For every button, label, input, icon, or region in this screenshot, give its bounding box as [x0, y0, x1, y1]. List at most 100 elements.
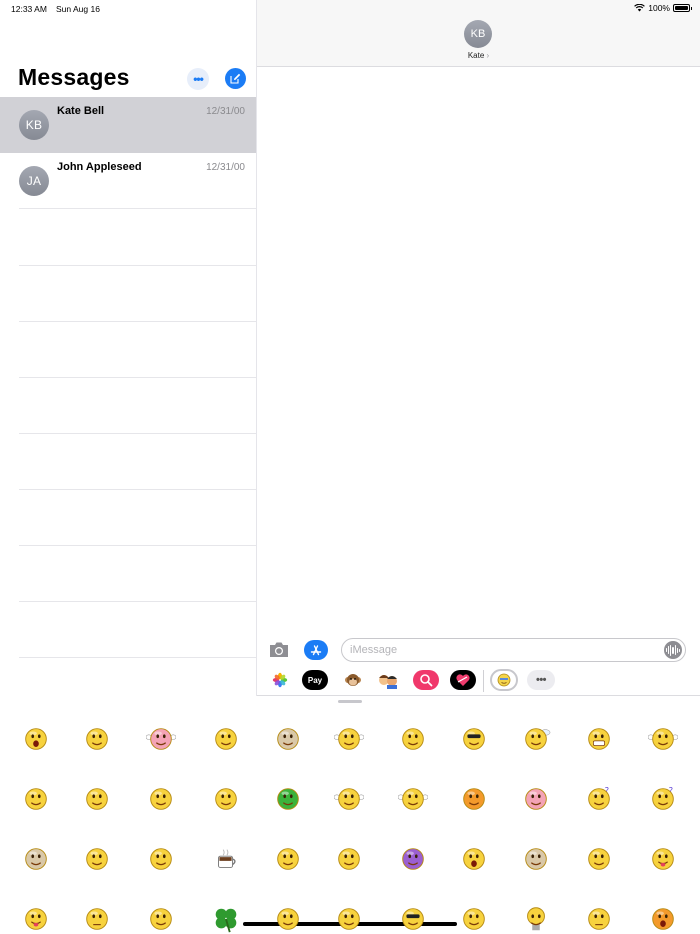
thumbs-smiley-sticker[interactable]: [333, 783, 365, 815]
chicken-face-sticker[interactable]: [458, 783, 490, 815]
rolling-eyes-smiley-sticker[interactable]: [397, 723, 429, 755]
memoji-stickers-icon: [379, 675, 397, 689]
stop-hand-smiley-sticker[interactable]: [145, 783, 177, 815]
cow-face-sticker[interactable]: [20, 843, 52, 875]
status-date: Sun Aug 16: [56, 4, 100, 14]
coffee-cup-sticker[interactable]: [210, 843, 242, 875]
contact-name: John Appleseed: [57, 161, 142, 173]
cool-smiley-sticker[interactable]: [397, 903, 429, 934]
app-drawer: Pay •••: [257, 667, 700, 696]
cheering-smiley-sticker[interactable]: [333, 843, 365, 875]
conversation-timestamp: 12/31/00: [206, 162, 245, 173]
zipped-mouth-smiley-sticker[interactable]: [145, 843, 177, 875]
digital-touch-icon: [456, 674, 470, 686]
avatar: KB: [19, 110, 49, 140]
blonde-smiley-sticker[interactable]: [20, 783, 52, 815]
row-divider: [19, 377, 256, 378]
row-divider: [19, 433, 256, 434]
avatar: JA: [19, 166, 49, 196]
blushing-smiley-sticker[interactable]: [81, 783, 113, 815]
composer-row: iMessage: [257, 635, 700, 667]
status-time: 12:33 AM: [11, 4, 47, 14]
page-title: Messages: [18, 64, 130, 90]
red-hair-face-sticker[interactable]: [272, 723, 304, 755]
message-placeholder: iMessage: [350, 644, 398, 656]
conversation-row-john-appleseed[interactable]: JA John Appleseed 12/31/00: [0, 153, 256, 209]
praying-hands-sticker[interactable]: [458, 903, 490, 934]
app-store-button[interactable]: [304, 640, 328, 660]
compose-button[interactable]: [225, 68, 246, 89]
row-divider: [19, 265, 256, 266]
status-bar: 12:33 AM Sun Aug 16 100%: [0, 0, 700, 18]
digital-touch-button[interactable]: [450, 670, 476, 690]
grinning-smiley-sticker[interactable]: [583, 723, 615, 755]
message-input[interactable]: iMessage: [341, 638, 686, 662]
contact-details-link[interactable]: Kate ›: [257, 51, 700, 60]
crowned-smiley-sticker[interactable]: [81, 843, 113, 875]
hug-smiley-sticker[interactable]: [647, 723, 679, 755]
more-apps-button[interactable]: •••: [527, 670, 555, 690]
row-divider: [19, 601, 256, 602]
sticker-pack-button[interactable]: [490, 669, 518, 691]
camera-button[interactable]: [268, 641, 290, 659]
pointing-smiley-sticker[interactable]: [397, 783, 429, 815]
conversation-timestamp: 12/31/00: [206, 106, 245, 117]
boxing-smiley-sticker[interactable]: [210, 783, 242, 815]
dog-face-sticker[interactable]: [520, 843, 552, 875]
neutral-smiley-sticker[interactable]: [81, 903, 113, 934]
animoji-button[interactable]: [340, 670, 366, 690]
apple-pay-button[interactable]: Pay: [302, 670, 328, 690]
search-images-button[interactable]: [413, 670, 439, 690]
purple-devil-sticker[interactable]: [397, 843, 429, 875]
question-smiley-sticker[interactable]: ?: [583, 783, 615, 815]
bee-smiley-sticker[interactable]: [520, 723, 552, 755]
angel-smiley-sticker[interactable]: [81, 723, 113, 755]
status-right: 100%: [634, 3, 692, 13]
sticker-pack-icon: [497, 673, 511, 687]
photos-app-button[interactable]: [267, 670, 293, 690]
audio-waveform-icon[interactable]: [664, 641, 682, 659]
contact-name: Kate Bell: [57, 105, 105, 117]
more-options-button[interactable]: •••: [187, 68, 209, 90]
yawning-smiley-sticker[interactable]: [458, 843, 490, 875]
pig-face-sticker[interactable]: [520, 783, 552, 815]
animoji-icon: [345, 674, 361, 686]
battery-icon: [673, 4, 692, 12]
pink-bone-smiley-sticker[interactable]: [145, 723, 177, 755]
conversation-contact-name: Kate: [467, 51, 485, 60]
waving-smiley-sticker[interactable]: [333, 723, 365, 755]
row-divider: [19, 657, 256, 658]
photos-app-icon: [272, 672, 288, 688]
laptop-smiley-sticker[interactable]: [333, 903, 365, 934]
winking-smiley-sticker[interactable]: [583, 843, 615, 875]
battery-percent: 100%: [648, 3, 670, 13]
shocked-smiley-sticker[interactable]: [20, 723, 52, 755]
sidebar: Messages ••• KB Kate Bell 12/31/00 JA Jo…: [0, 0, 257, 696]
conversation-row-kate-bell[interactable]: KB Kate Bell 12/31/00: [0, 97, 256, 153]
keyboard-grabber[interactable]: [338, 700, 362, 703]
sad-smiley-sticker[interactable]: [583, 903, 615, 934]
app-store-icon: [310, 645, 322, 656]
pirate-smiley-sticker[interactable]: [458, 723, 490, 755]
avatar[interactable]: KB: [464, 20, 492, 48]
thinking-smiley-sticker[interactable]: [210, 723, 242, 755]
nerd-smiley-sticker[interactable]: [145, 903, 177, 934]
green-frog-sticker[interactable]: [272, 783, 304, 815]
compose-icon: [230, 73, 241, 84]
conversation-list: KB Kate Bell 12/31/00 JA John Appleseed …: [0, 97, 256, 209]
memoji-stickers-button[interactable]: [375, 670, 401, 690]
ellipsis-icon: •••: [193, 72, 204, 86]
tongue-smiley-sticker[interactable]: [647, 843, 679, 875]
ninja-smiley-sticker[interactable]: [272, 903, 304, 934]
angry-smiley-sticker[interactable]: [647, 903, 679, 934]
four-leaf-clover-sticker[interactable]: [210, 903, 242, 934]
walking-smiley-sticker[interactable]: [272, 843, 304, 875]
sticker-keyboard: ??: [0, 697, 700, 934]
question-smiley-2-sticker[interactable]: ?: [647, 783, 679, 815]
tongue-out-smiley-sticker[interactable]: [20, 903, 52, 934]
apple-pay-label: Pay: [307, 675, 323, 685]
wifi-icon: [634, 4, 646, 12]
more-apps-icon: •••: [535, 674, 547, 686]
light-bulb-smiley-sticker[interactable]: [520, 903, 552, 934]
row-divider: [19, 208, 256, 209]
